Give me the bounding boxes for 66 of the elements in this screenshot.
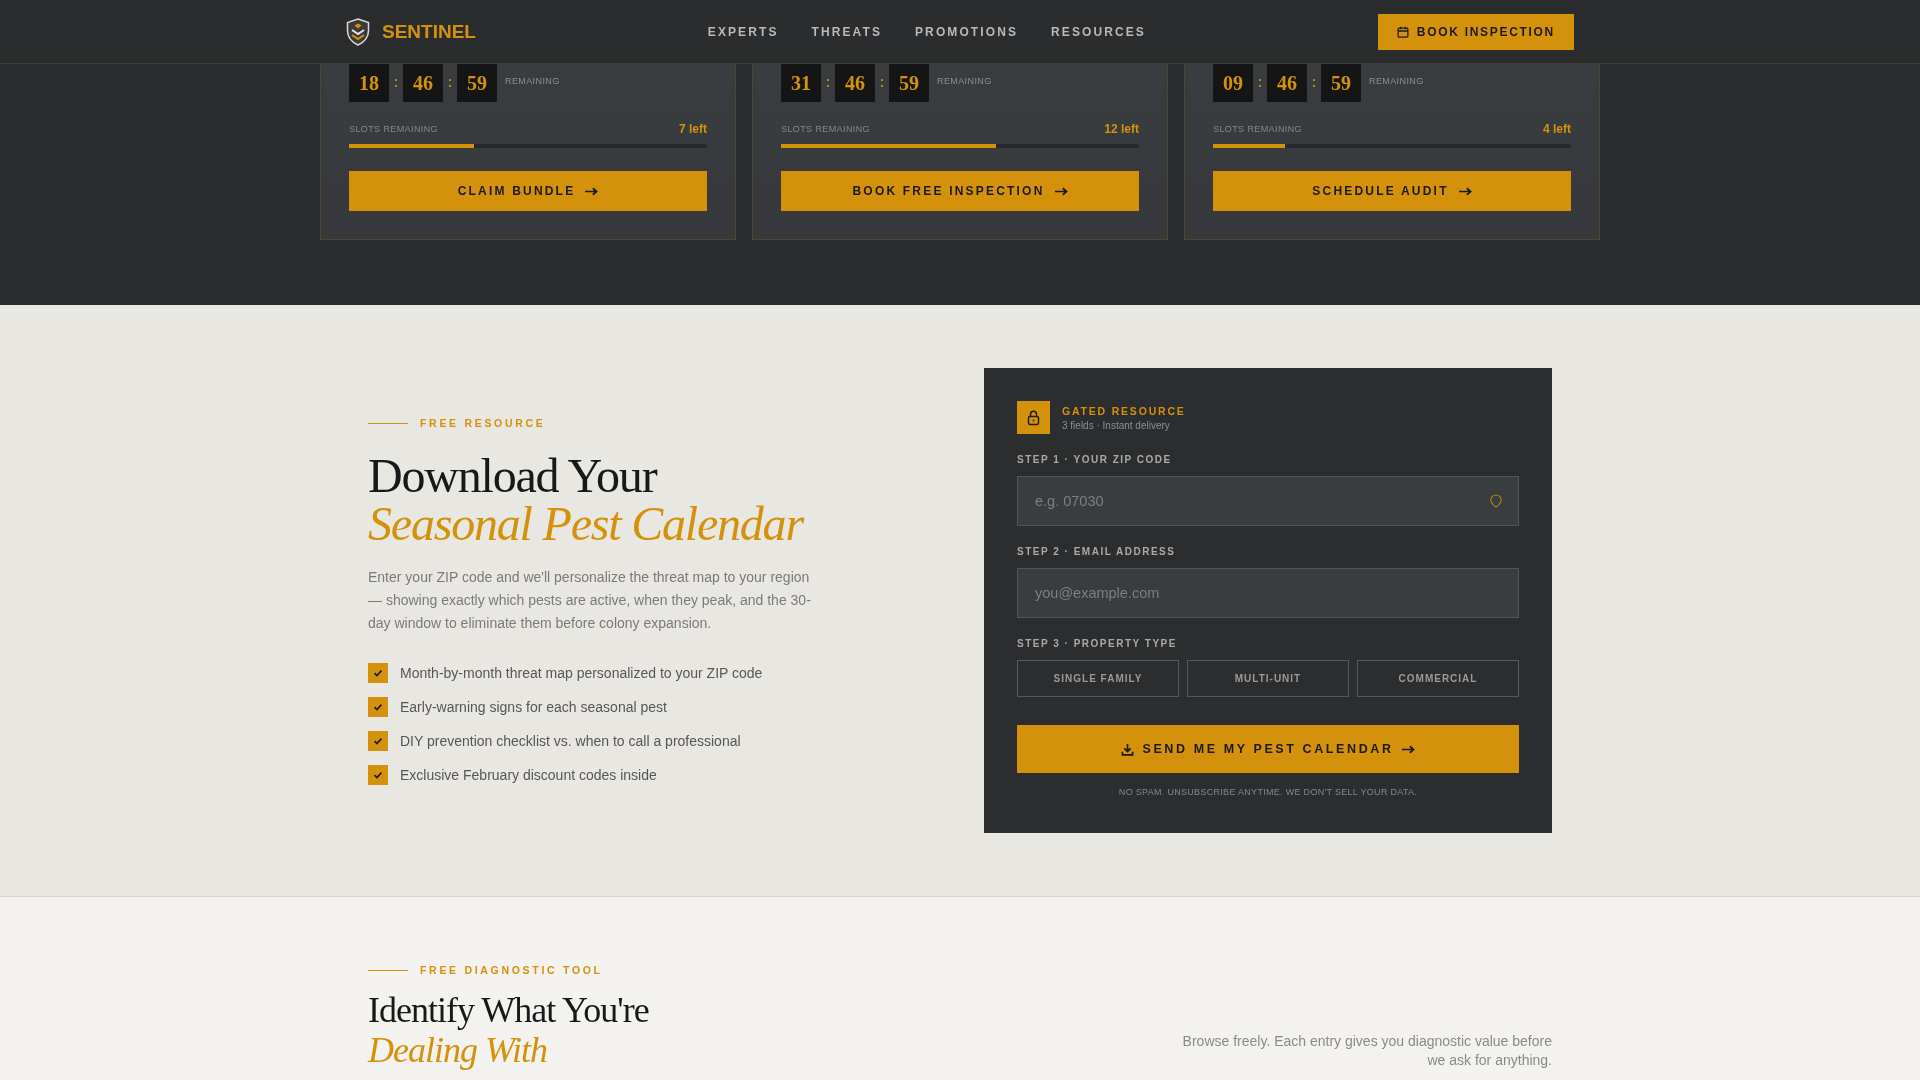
offer-button[interactable]: SCHEDULE AUDIT	[1213, 171, 1571, 211]
nav-link[interactable]: PROMOTIONS	[915, 24, 1019, 39]
offer-button[interactable]: CLAIM BUNDLE	[349, 171, 707, 211]
benefit-text: Month-by-month threat map personalized to your ZIP code	[400, 665, 763, 681]
nav-link[interactable]: RESOURCES	[1051, 24, 1146, 39]
section-heading-accent: Dealing With	[368, 1030, 547, 1070]
countdown-unit: 59	[457, 64, 497, 102]
countdown-caption: REMAINING	[937, 76, 992, 86]
download-icon	[1121, 742, 1135, 756]
slots-count: 7 left	[679, 122, 707, 136]
section-heading-accent: Seasonal Pest Calendar	[368, 500, 803, 548]
arrow-right-icon	[1458, 186, 1472, 196]
field-label: STEP 2 · EMAIL ADDRESS	[1017, 546, 1176, 557]
benefit-text: Exclusive February discount codes inside	[400, 767, 657, 783]
submit-button[interactable]: SEND ME MY PEST CALENDAR	[1017, 725, 1519, 773]
countdown-unit: 46	[835, 64, 875, 102]
countdown-separator: :	[1310, 74, 1318, 89]
countdown-unit: 18	[349, 64, 389, 102]
nav-link[interactable]: THREATS	[811, 24, 882, 39]
benefit-text: Early-warning signs for each seasonal pest	[400, 699, 667, 715]
property-type-option[interactable]: MULTI-UNIT	[1187, 660, 1349, 697]
arrow-right-icon	[1401, 744, 1415, 754]
email-field[interactable]: you@example.com	[1017, 568, 1519, 618]
slots-label: SLOTS REMAINING	[1213, 124, 1302, 134]
countdown-caption: REMAINING	[505, 76, 560, 86]
section-heading: Download Your	[368, 452, 657, 500]
countdown-separator: :	[824, 74, 832, 89]
zip-code-field[interactable]: e.g. 07030	[1017, 476, 1519, 526]
countdown-separator: :	[1256, 74, 1264, 89]
shield-logo-icon[interactable]	[346, 17, 370, 46]
slots-count: 12 left	[1104, 122, 1139, 136]
countdown-unit: 09	[1213, 64, 1253, 102]
property-type-option[interactable]: SINGLE FAMILY	[1017, 660, 1179, 697]
countdown-unit: 46	[1267, 64, 1307, 102]
book-inspection-button[interactable]: BOOK INSPECTION	[1377, 13, 1574, 50]
field-label: STEP 3 · PROPERTY TYPE	[1017, 638, 1177, 649]
calendar-icon	[1396, 25, 1409, 38]
nav-link[interactable]: EXPERTS	[707, 24, 779, 39]
countdown-unit: 46	[403, 64, 443, 102]
arrow-right-icon	[585, 186, 599, 196]
countdown-unit: 31	[781, 64, 821, 102]
property-type-option[interactable]: COMMERCIAL	[1357, 660, 1519, 697]
field-label: STEP 1 · YOUR ZIP CODE	[1017, 454, 1172, 465]
section-eyebrow: FREE RESOURCE	[420, 417, 546, 429]
map-pin-icon	[1490, 494, 1502, 508]
section-eyebrow: FREE DIAGNOSTIC TOOL	[420, 964, 603, 976]
privacy-note: NO SPAM. UNSUBSCRIBE ANYTIME. WE DON'T SELL YOUR DATA.	[1118, 787, 1418, 797]
brand-name[interactable]: SENTINEL	[382, 20, 476, 43]
form-title: GATED RESOURCE	[1062, 404, 1186, 417]
countdown-separator: :	[446, 74, 454, 89]
arrow-right-icon	[1054, 186, 1068, 196]
slots-count: 4 left	[1543, 122, 1571, 136]
countdown-unit: 59	[1321, 64, 1361, 102]
section-description: Enter your ZIP code and we'll personalize the threat map to your region — showing exactly which pests are active, when they peak, and the 30-day window to eliminate them before colony expansion.	[368, 568, 812, 633]
slots-label: SLOTS REMAINING	[349, 124, 438, 134]
countdown-caption: REMAINING	[1369, 76, 1424, 86]
lock-icon	[1017, 401, 1050, 434]
countdown-unit: 59	[889, 64, 929, 102]
benefit-text: DIY prevention checklist vs. when to call a professional	[400, 733, 741, 749]
form-subtitle: 3 fields · Instant delivery	[1062, 419, 1170, 431]
offer-button[interactable]: BOOK FREE INSPECTION	[781, 171, 1139, 211]
section-description: Browse freely. Each entry gives you diagnostic value before we ask for anything.	[1181, 1032, 1552, 1070]
section-heading: Identify What You're	[368, 990, 649, 1030]
slots-label: SLOTS REMAINING	[781, 124, 870, 134]
countdown-separator: :	[878, 74, 886, 89]
countdown-separator: :	[392, 74, 400, 89]
